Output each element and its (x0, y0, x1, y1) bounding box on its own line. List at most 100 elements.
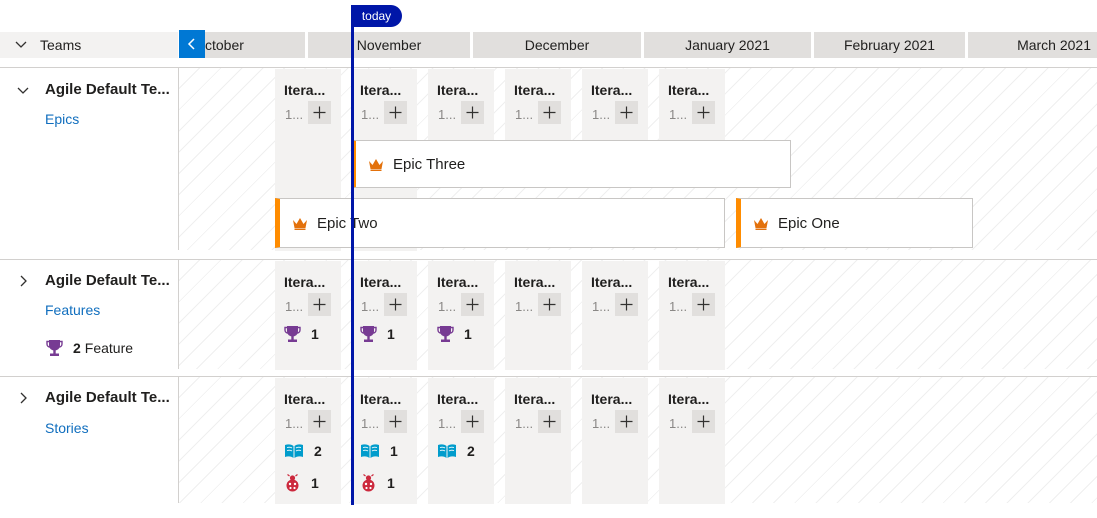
iteration-column: Itera... 1... (505, 69, 571, 141)
iteration-name[interactable]: Itera... (591, 274, 632, 290)
add-item-button[interactable] (461, 293, 484, 316)
iteration-date: 1... (592, 107, 611, 122)
iteration-name[interactable]: Itera... (591, 391, 632, 407)
add-item-button[interactable] (384, 101, 407, 124)
plus-icon (313, 106, 326, 119)
iteration-column: Itera... 1... (505, 378, 571, 504)
story-rollup[interactable]: 1 (360, 443, 398, 459)
plus-icon (466, 106, 479, 119)
month-december: December (473, 32, 644, 58)
trophy-icon (360, 326, 377, 342)
iteration-name[interactable]: Itera... (514, 391, 555, 407)
add-item-button[interactable] (461, 101, 484, 124)
team-title[interactable]: Agile Default Te... (45, 81, 170, 98)
iteration-column: Itera... 1... (582, 261, 648, 370)
backlog-link-features[interactable]: Features (45, 302, 100, 318)
plus-icon (313, 298, 326, 311)
iteration-column: Itera... 1... 1 (428, 261, 494, 370)
trophy-icon (46, 340, 63, 356)
iteration-column: Itera... 1... 1 1 (351, 378, 417, 504)
iteration-name[interactable]: Itera... (668, 391, 709, 407)
story-rollup[interactable]: 2 (437, 443, 475, 459)
epic-card[interactable]: Epic One (736, 198, 973, 248)
iteration-column: Itera... 1... (505, 261, 571, 370)
iteration-name[interactable]: Itera... (591, 82, 632, 98)
feature-rollup[interactable]: 1 (360, 325, 395, 343)
add-item-button[interactable] (615, 410, 638, 433)
iteration-column: Itera... 1... (582, 69, 648, 141)
add-item-button[interactable] (692, 410, 715, 433)
add-item-button[interactable] (692, 293, 715, 316)
chevron-right-icon[interactable] (16, 274, 30, 288)
add-item-button[interactable] (308, 410, 331, 433)
chevron-right-icon[interactable] (16, 391, 30, 405)
bug-rollup[interactable]: 1 (360, 474, 395, 492)
feature-rollup[interactable]: 1 (437, 325, 472, 343)
plus-icon (313, 415, 326, 428)
epic-card[interactable]: Epic Three (351, 140, 791, 188)
add-item-button[interactable] (308, 293, 331, 316)
iteration-name[interactable]: Itera... (284, 82, 325, 98)
iteration-name[interactable]: Itera... (437, 391, 478, 407)
add-item-button[interactable] (538, 410, 561, 433)
today-line (351, 27, 354, 505)
month-february: February 2021 (814, 32, 968, 58)
iteration-column: Itera... 1... 2 1 (275, 378, 341, 504)
team-group-header: Agile Default Te... Stories (0, 377, 179, 503)
bug-icon (286, 474, 299, 492)
iteration-name[interactable]: Itera... (437, 274, 478, 290)
plus-icon (697, 298, 710, 311)
bug-rollup[interactable]: 1 (284, 474, 319, 492)
add-item-button[interactable] (384, 293, 407, 316)
feature-rollup[interactable]: 1 (284, 325, 319, 343)
iteration-name[interactable]: Itera... (514, 274, 555, 290)
add-item-button[interactable] (538, 293, 561, 316)
chevron-down-icon (15, 41, 27, 48)
rollup-count: 1 (311, 326, 319, 342)
plus-icon (620, 415, 633, 428)
add-item-button[interactable] (692, 101, 715, 124)
iteration-name[interactable]: Itera... (437, 82, 478, 98)
bug-icon (362, 474, 375, 492)
scroll-left-button[interactable] (179, 30, 205, 58)
iteration-column: Itera... 1... (659, 261, 725, 370)
iteration-date: 1... (592, 416, 611, 431)
team-group-epics: Agile Default Te... Epics Itera... 1... … (0, 67, 1097, 251)
crown-icon (292, 217, 308, 230)
iteration-name[interactable]: Itera... (284, 274, 325, 290)
month-november: November (308, 32, 473, 58)
story-rollup[interactable]: 2 (284, 443, 322, 459)
team-group-stories: Agile Default Te... Stories Itera... 1..… (0, 376, 1097, 504)
add-item-button[interactable] (615, 293, 638, 316)
trophy-icon (437, 326, 454, 342)
add-item-button[interactable] (384, 410, 407, 433)
iteration-name[interactable]: Itera... (360, 274, 401, 290)
add-item-button[interactable] (538, 101, 561, 124)
team-title[interactable]: Agile Default Te... (45, 272, 170, 289)
book-icon (438, 444, 456, 458)
add-item-button[interactable] (461, 410, 484, 433)
iteration-name[interactable]: Itera... (668, 82, 709, 98)
add-item-button[interactable] (308, 101, 331, 124)
iteration-date: 1... (515, 107, 534, 122)
chevron-down-icon[interactable] (16, 84, 30, 98)
backlog-link-stories[interactable]: Stories (45, 420, 89, 436)
plus-icon (697, 106, 710, 119)
epic-card[interactable]: Epic Two (275, 198, 725, 248)
iteration-column: Itera... 1... 2 (428, 378, 494, 504)
iteration-name[interactable]: Itera... (284, 391, 325, 407)
iteration-name[interactable]: Itera... (360, 391, 401, 407)
iteration-name[interactable]: Itera... (514, 82, 555, 98)
iteration-date: 1... (361, 299, 380, 314)
iteration-name[interactable]: Itera... (360, 82, 401, 98)
iteration-date: 1... (515, 416, 534, 431)
add-item-button[interactable] (615, 101, 638, 124)
iteration-date: 1... (669, 416, 688, 431)
summary-label: Feature (84, 340, 134, 356)
teams-header[interactable]: Teams (0, 32, 178, 58)
iteration-date: 1... (669, 299, 688, 314)
iteration-name[interactable]: Itera... (668, 274, 709, 290)
rollup-count: 1 (390, 443, 398, 459)
team-title[interactable]: Agile Default Te... (45, 389, 170, 406)
backlog-link-epics[interactable]: Epics (45, 111, 79, 127)
